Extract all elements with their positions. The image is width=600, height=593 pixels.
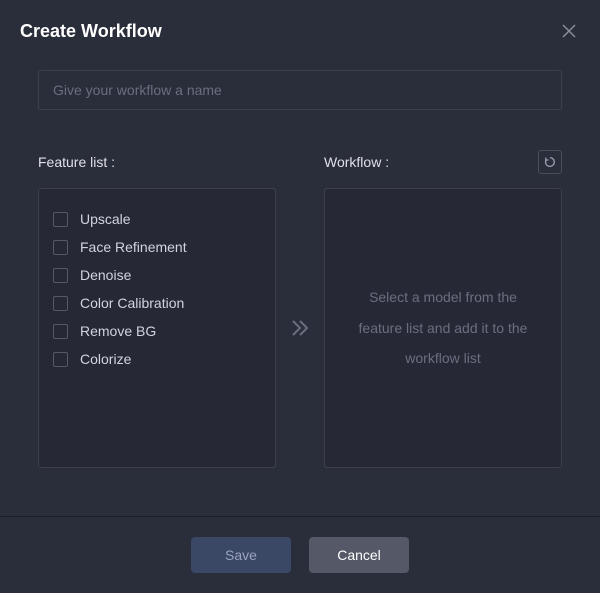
dialog-body: Feature list : Upscale Face Refinement D…: [0, 58, 600, 516]
checkbox-icon: [53, 324, 68, 339]
feature-list-header: Feature list :: [38, 148, 276, 176]
arrow-column: [276, 148, 324, 468]
feature-label: Face Refinement: [80, 239, 187, 255]
feature-label: Color Calibration: [80, 295, 184, 311]
dialog-title: Create Workflow: [20, 21, 162, 42]
checkbox-icon: [53, 240, 68, 255]
workflow-header: Workflow :: [324, 148, 562, 176]
workflow-column: Workflow : Select a model from the featu…: [324, 148, 562, 468]
create-workflow-dialog: Create Workflow Feature list : Upscale: [0, 0, 600, 593]
feature-list-panel: Upscale Face Refinement Denoise Color Ca…: [38, 188, 276, 468]
feature-label: Remove BG: [80, 323, 156, 339]
columns-row: Feature list : Upscale Face Refinement D…: [38, 148, 562, 468]
workflow-empty-text: Select a model from the feature list and…: [357, 282, 529, 374]
feature-list-label: Feature list :: [38, 154, 115, 170]
dialog-header: Create Workflow: [0, 0, 600, 58]
workflow-empty-state: Select a model from the feature list and…: [339, 205, 547, 451]
workflow-label: Workflow :: [324, 154, 389, 170]
checkbox-icon: [53, 352, 68, 367]
workflow-panel: Select a model from the feature list and…: [324, 188, 562, 468]
close-icon: [561, 23, 577, 39]
undo-icon: [543, 155, 557, 169]
feature-item-color-calibration[interactable]: Color Calibration: [53, 289, 261, 317]
dialog-footer: Save Cancel: [0, 516, 600, 593]
checkbox-icon: [53, 296, 68, 311]
feature-item-upscale[interactable]: Upscale: [53, 205, 261, 233]
save-button[interactable]: Save: [191, 537, 291, 573]
reset-button[interactable]: [538, 150, 562, 174]
chevron-double-right-icon: [288, 316, 312, 340]
feature-item-denoise[interactable]: Denoise: [53, 261, 261, 289]
feature-label: Colorize: [80, 351, 131, 367]
checkbox-icon: [53, 212, 68, 227]
cancel-button[interactable]: Cancel: [309, 537, 409, 573]
feature-label: Upscale: [80, 211, 131, 227]
close-button[interactable]: [558, 20, 580, 42]
feature-item-remove-bg[interactable]: Remove BG: [53, 317, 261, 345]
feature-label: Denoise: [80, 267, 131, 283]
workflow-name-input[interactable]: [38, 70, 562, 110]
feature-item-colorize[interactable]: Colorize: [53, 345, 261, 373]
feature-list-column: Feature list : Upscale Face Refinement D…: [38, 148, 276, 468]
checkbox-icon: [53, 268, 68, 283]
feature-item-face-refinement[interactable]: Face Refinement: [53, 233, 261, 261]
